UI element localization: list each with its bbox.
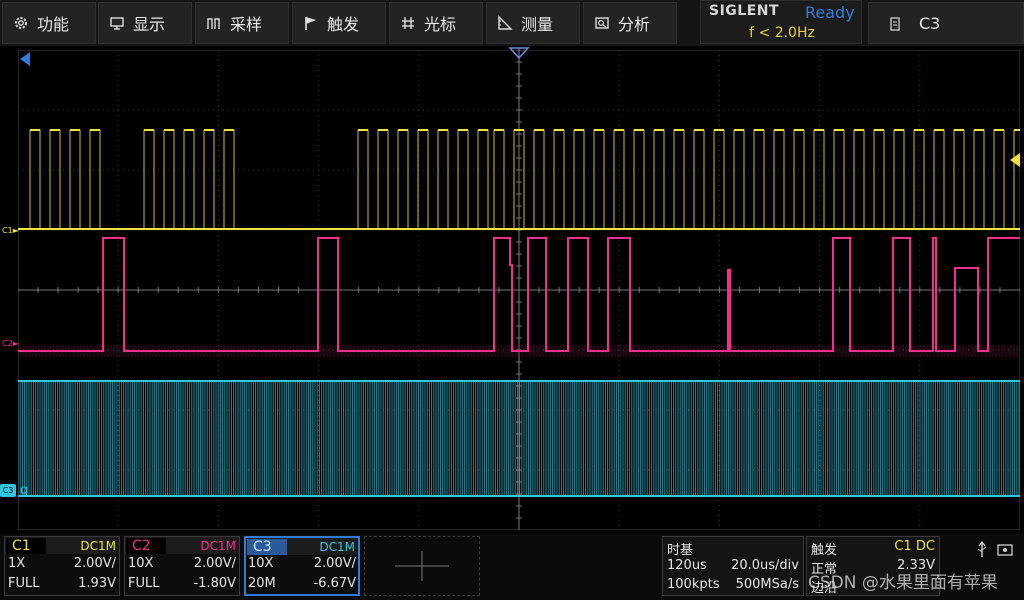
c3-tag: C3 [247, 539, 287, 555]
channel-select-button[interactable]: C3 [868, 2, 1024, 44]
trigger-frequency: f < 2.0Hz [749, 25, 815, 41]
c3-settings-box[interactable]: C3 DC1M 10X 2.00V/ 20M -6.67V [244, 536, 360, 596]
menu-measure-button[interactable]: 测量 [486, 2, 580, 44]
c3-probe: 10X [248, 556, 274, 571]
c2-tag: C2 [126, 538, 166, 554]
timebase-box[interactable]: 时基 120us 20.0us/div 100kpts 500MSa/s [662, 536, 804, 596]
menu-trigger-button[interactable]: 触发 [292, 2, 386, 44]
c1-settings-box[interactable]: C1 DC1M 1X 2.00V/ FULL 1.93V [4, 536, 120, 596]
menu-trigger-label: 触发 [327, 15, 360, 34]
active-channel-label: C3 [919, 14, 941, 33]
list-icon [887, 16, 903, 32]
c3-scale: 2.00V/ [313, 556, 356, 571]
gear-icon [13, 15, 29, 31]
c1-probe: 1X [8, 556, 26, 571]
run-status: Ready [805, 3, 855, 22]
plus-icon [395, 551, 449, 581]
c3-bandwidth: 20M [248, 576, 276, 591]
c3-offset: -6.67V [313, 576, 356, 591]
menu-analyze-button[interactable]: 分析 [583, 2, 677, 44]
ruler-icon [497, 15, 513, 31]
menu-acquire-label: 采样 [230, 15, 263, 34]
watermark: CSDN @水果里面有苹果 [808, 573, 998, 593]
menu-display-label: 显示 [133, 15, 166, 34]
trigger-position-marker[interactable] [508, 46, 530, 62]
timebase-title: 时基 [667, 543, 694, 558]
c2-probe: 10X [128, 556, 154, 571]
cursor-icon [400, 15, 416, 31]
top-menu-bar: 功能 显示 采样 触发 光标 测量 分析 SIGLENT Ready f < 2… [0, 0, 1024, 46]
menu-measure-label: 测量 [521, 15, 554, 34]
c2-offset-marker[interactable]: C2► [2, 339, 19, 348]
c1-offset-marker[interactable]: C1► [2, 226, 19, 235]
menu-acquire-button[interactable]: 采样 [195, 2, 289, 44]
c1-coupling: DC1M [80, 539, 116, 553]
sample-rate: 500MSa/s [735, 577, 799, 592]
waveform-display[interactable] [18, 50, 1020, 530]
c3-coupling: DC1M [319, 540, 355, 554]
menu-utility-button[interactable]: 功能 [2, 2, 96, 44]
menu-cursor-label: 光标 [424, 15, 457, 34]
menu-cursor-button[interactable]: 光标 [389, 2, 483, 44]
trigger-level-marker[interactable] [1008, 151, 1022, 169]
c2-offset-label: C2 [2, 339, 13, 348]
menu-analyze-label: 分析 [618, 15, 651, 34]
c3-ground-label: g [20, 483, 29, 498]
c1-offset-label: C1 [2, 226, 13, 235]
timebase-scale: 20.0us/div [731, 558, 799, 573]
acquire-icon [206, 15, 222, 31]
menu-display-button[interactable]: 显示 [98, 2, 192, 44]
horizontal-position-marker[interactable] [18, 50, 32, 68]
c2-bandwidth: FULL [128, 576, 160, 591]
c1-offset: 1.93V [78, 576, 116, 591]
trigger-source: C1 DC [894, 539, 935, 554]
c2-settings-box[interactable]: C2 DC1M 10X 2.00V/ FULL -1.80V [124, 536, 240, 596]
monitor-icon [109, 15, 125, 31]
c1-tag: C1 [6, 538, 46, 554]
menu-utility-label: 功能 [37, 15, 70, 34]
brand-logo: SIGLENT [709, 3, 780, 19]
c1-scale: 2.00V/ [73, 556, 116, 571]
add-channel-slot[interactable] [364, 536, 480, 596]
c2-scale: 2.00V/ [193, 556, 236, 571]
timebase-delay: 120us [667, 558, 707, 573]
status-panel: SIGLENT Ready f < 2.0Hz [700, 0, 862, 44]
c3-offset-marker[interactable]: C3 [0, 484, 16, 497]
trigger-title: 触发 [811, 543, 838, 558]
c1-bandwidth: FULL [8, 576, 40, 591]
c2-offset: -1.80V [193, 576, 236, 591]
usb-icon [977, 541, 1013, 557]
analyze-icon [594, 15, 610, 31]
flag-icon [303, 15, 319, 31]
memory-depth: 100kpts [667, 577, 720, 592]
c2-coupling: DC1M [200, 539, 236, 553]
